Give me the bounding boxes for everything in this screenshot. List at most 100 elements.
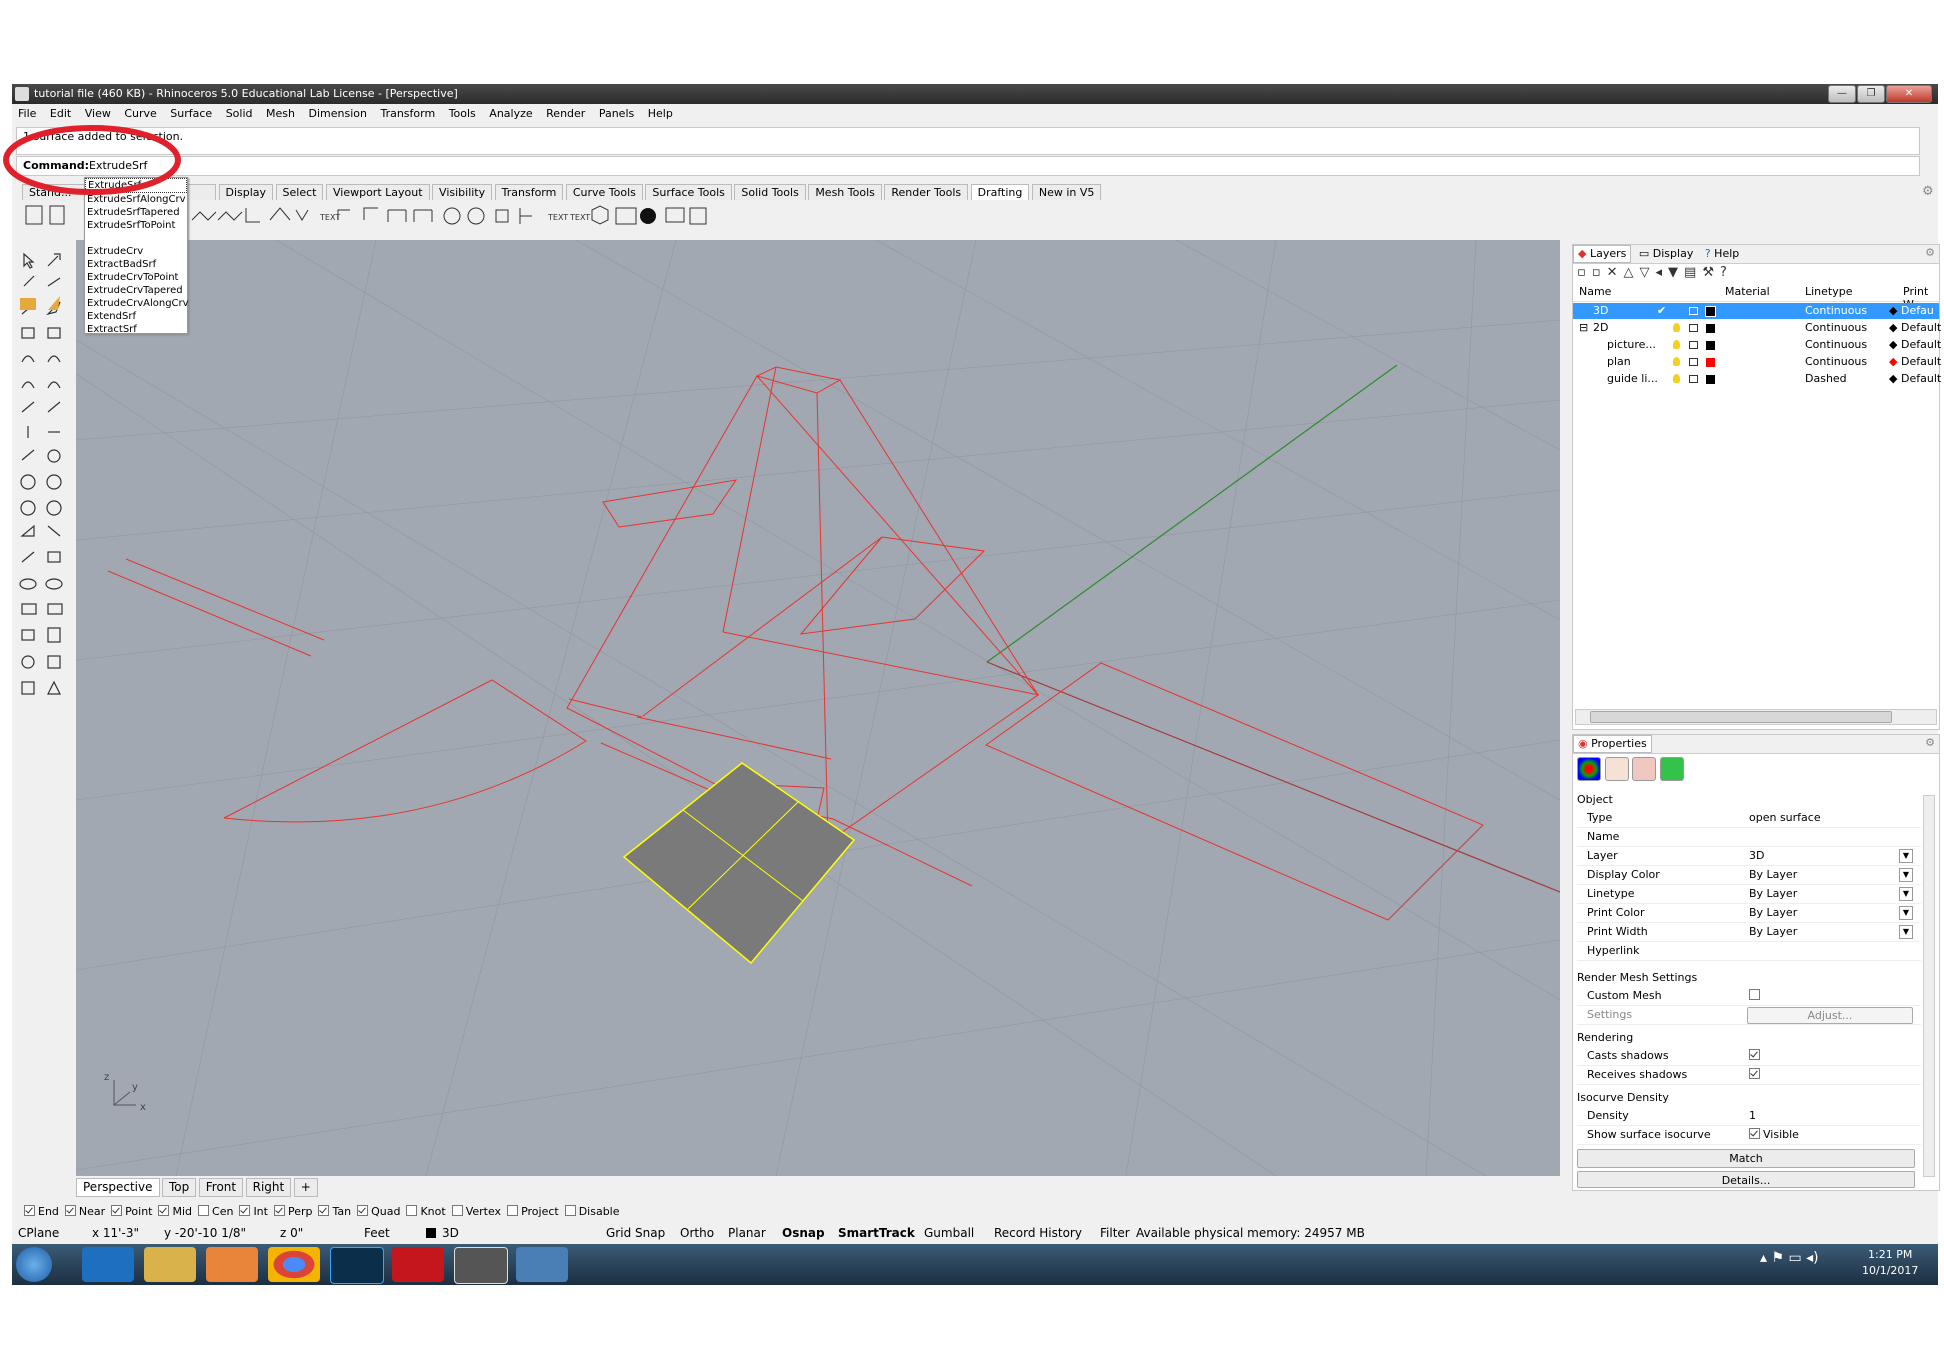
autocomplete-item[interactable]: ExtrudeCrv (85, 245, 187, 258)
property-value[interactable]: 3D (1749, 847, 1764, 865)
decal-icon[interactable] (1632, 757, 1656, 781)
show-isocurve-checkbox[interactable] (1749, 1128, 1760, 1139)
tab-top[interactable]: Top (162, 1178, 197, 1197)
osnap-end[interactable]: End (24, 1204, 59, 1220)
adjust-button[interactable]: Adjust... (1747, 1007, 1913, 1024)
chevron-down-icon[interactable]: ▼ (1899, 906, 1913, 920)
visibility-bulb-icon[interactable] (1673, 323, 1680, 332)
osnap-knot[interactable]: Knot (406, 1204, 446, 1220)
tab-help-panel[interactable]: ? Help (1701, 246, 1743, 262)
grid-snap-button[interactable]: Grid Snap (606, 1224, 665, 1242)
menu-panels[interactable]: Panels (599, 107, 634, 120)
properties-vertical-scrollbar[interactable] (1923, 795, 1935, 1177)
menu-help[interactable]: Help (648, 107, 673, 120)
tab-surface-tools[interactable]: Surface Tools (645, 184, 732, 200)
layer-row[interactable]: picture... Continuous ◆ Default (1573, 337, 1941, 353)
property-value[interactable]: By Layer (1749, 923, 1797, 941)
print-color-icon[interactable]: ◆ (1889, 337, 1897, 353)
tab-select[interactable]: Select (275, 184, 324, 200)
osnap-disable[interactable]: Disable (564, 1204, 620, 1220)
lock-icon[interactable] (1689, 324, 1698, 332)
gumball-button[interactable]: Gumball (924, 1224, 974, 1242)
layer-color-swatch[interactable] (1705, 306, 1716, 317)
lock-icon[interactable] (1689, 375, 1698, 383)
visibility-bulb-icon[interactable] (1673, 340, 1680, 349)
osnap-tan[interactable]: Tan (318, 1204, 351, 1220)
minimize-button[interactable]: — (1828, 85, 1856, 103)
chevron-down-icon[interactable]: ▼ (1899, 887, 1913, 901)
chevron-down-icon[interactable]: ▼ (1899, 849, 1913, 863)
osnap-project[interactable]: Project (507, 1204, 559, 1220)
custom-mesh-checkbox[interactable] (1749, 989, 1760, 1000)
acrobat-icon[interactable] (392, 1247, 444, 1282)
osnap-quad[interactable]: Quad (357, 1204, 400, 1220)
print-color-icon[interactable]: ◆ (1889, 354, 1897, 370)
smarttrack-button[interactable]: SmartTrack (838, 1224, 915, 1242)
scrollbar-thumb[interactable] (1590, 711, 1892, 723)
photoshop-icon[interactable] (330, 1247, 384, 1284)
osnap-checkbox[interactable] (198, 1205, 210, 1216)
close-button[interactable]: ✕ (1886, 85, 1932, 103)
tray-icons[interactable]: ▴ ⚑ ▭ ◂) (1760, 1250, 1819, 1266)
menu-curve[interactable]: Curve (124, 107, 156, 120)
planar-button[interactable]: Planar (728, 1224, 766, 1242)
status-layer[interactable]: 3D (442, 1224, 459, 1242)
layer-linetype[interactable]: Continuous (1805, 303, 1867, 319)
osnap-cen[interactable]: Cen (198, 1204, 233, 1220)
layer-row[interactable]: ⊟ 2D Continuous ◆ Default (1573, 320, 1941, 336)
start-button-icon[interactable] (16, 1247, 52, 1282)
maximize-button[interactable]: ❐ (1857, 85, 1885, 103)
autocomplete-item[interactable]: ExtrudeCrvTapered (85, 284, 187, 297)
menu-render[interactable]: Render (546, 107, 585, 120)
file-explorer-icon[interactable] (144, 1247, 196, 1282)
autocomplete-item[interactable]: ExtractBadSrf (85, 258, 187, 271)
osnap-vertex[interactable]: Vertex (451, 1204, 501, 1220)
menu-file[interactable]: File (18, 107, 36, 120)
osnap-near[interactable]: Near (64, 1204, 105, 1220)
layer-row[interactable]: 3D ✔ Continuous ◆ Defau (1573, 303, 1939, 319)
tab-solid-tools[interactable]: Solid Tools (734, 184, 806, 200)
layer-linetype[interactable]: Continuous (1805, 354, 1867, 370)
layer-print-width[interactable]: Default (1901, 354, 1941, 370)
layer-print-width[interactable]: Default (1901, 320, 1941, 336)
chevron-down-icon[interactable]: ▼ (1899, 925, 1913, 939)
osnap-checkbox[interactable] (507, 1205, 519, 1216)
osnap-checkbox[interactable] (451, 1205, 463, 1216)
media-player-icon[interactable] (206, 1247, 258, 1282)
left-toolbar-icons[interactable] (12, 240, 74, 840)
tab-right[interactable]: Right (245, 1178, 292, 1197)
properties-gear-icon[interactable]: ⚙ (1925, 736, 1935, 749)
add-viewport-tab-button[interactable]: + (293, 1178, 318, 1197)
menu-view[interactable]: View (85, 107, 111, 120)
record-history-button[interactable]: Record History (994, 1224, 1082, 1242)
collapse-icon[interactable]: ⊟ (1579, 320, 1588, 336)
layer-toolbar-icons[interactable]: ▫▫✕△▽◂▼▤⚒? (1577, 265, 1733, 283)
osnap-checkbox[interactable] (318, 1205, 330, 1216)
osnap-checkbox[interactable] (239, 1205, 251, 1216)
osnap-mid[interactable]: Mid (158, 1204, 192, 1220)
osnap-checkbox[interactable] (24, 1205, 35, 1216)
filter-button[interactable]: Filter (1100, 1224, 1130, 1242)
menu-dimension[interactable]: Dimension (308, 107, 366, 120)
visibility-bulb-icon[interactable] (1673, 306, 1680, 315)
command-line[interactable]: Command: ExtrudeSrf (16, 156, 1920, 176)
layer-row[interactable]: guide li... Dashed ◆ Default (1573, 371, 1941, 387)
casts-shadows-checkbox[interactable] (1749, 1049, 1760, 1060)
menu-analyze[interactable]: Analyze (489, 107, 532, 120)
perspective-viewport[interactable]: z y x (76, 240, 1560, 1176)
tab-render-tools[interactable]: Render Tools (884, 184, 969, 200)
osnap-checkbox[interactable] (273, 1205, 285, 1216)
tab-mesh-tools[interactable]: Mesh Tools (808, 184, 882, 200)
property-value[interactable]: open surface (1749, 809, 1821, 827)
tab-transform[interactable]: Transform (494, 184, 564, 200)
tab-display[interactable]: Display (218, 184, 274, 200)
layers-gear-icon[interactable]: ⚙ (1925, 246, 1935, 259)
menu-surface[interactable]: Surface (170, 107, 212, 120)
chrome-icon[interactable] (268, 1247, 320, 1282)
osnap-checkbox[interactable] (406, 1205, 418, 1216)
tab-layers[interactable]: ◆ Layers (1573, 245, 1632, 263)
menu-tools[interactable]: Tools (449, 107, 476, 120)
layer-linetype[interactable]: Continuous (1805, 320, 1867, 336)
rhino-taskbar-icon[interactable] (454, 1247, 508, 1284)
osnap-int[interactable]: Int (239, 1204, 268, 1220)
